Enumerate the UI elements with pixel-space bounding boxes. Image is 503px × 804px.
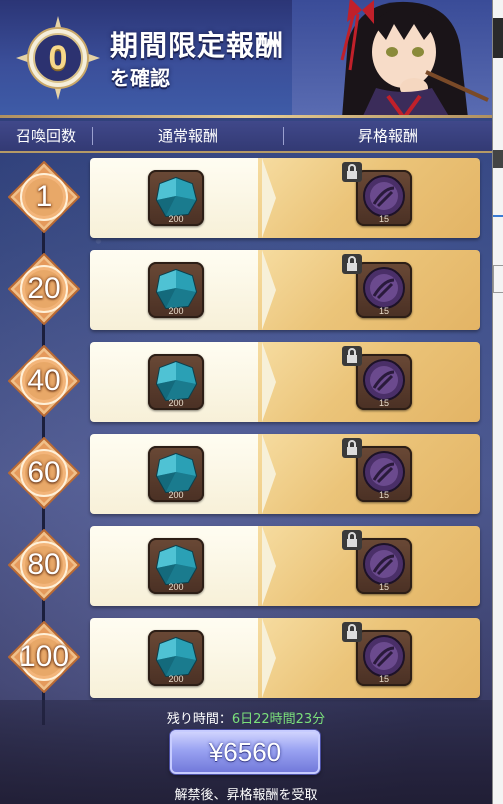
premium-reward-item[interactable]: 15: [356, 630, 412, 686]
normal-reward-item[interactable]: 200: [148, 446, 204, 502]
panel-divider-arrow: [262, 158, 276, 238]
normal-reward-quantity: 200: [168, 214, 184, 224]
premium-reward-item[interactable]: 15: [356, 170, 412, 226]
normal-reward-quantity: 200: [168, 306, 184, 316]
reward-row: 80 200 15: [0, 524, 492, 608]
column-normal-reward: 通常報酬: [157, 127, 218, 145]
premium-reward-quantity: 15: [378, 490, 389, 500]
reward-row: 40 200 15: [0, 340, 492, 424]
panel-divider-arrow: [262, 526, 276, 606]
normal-reward-quantity: 200: [168, 490, 184, 500]
purchase-button[interactable]: ¥6560: [170, 730, 320, 774]
normal-reward-item[interactable]: 200: [148, 538, 204, 594]
reward-card: 200 15: [90, 250, 480, 330]
normal-reward-quantity: 200: [168, 674, 184, 684]
milestone-value: 80: [27, 548, 61, 581]
milestone-value: 60: [27, 456, 61, 489]
column-premium-reward: 昇格報酬: [357, 127, 418, 145]
milestone-value: 100: [18, 640, 70, 673]
premium-reward-quantity: 15: [378, 306, 389, 316]
lock-icon: [342, 530, 362, 550]
premium-reward-quantity: 15: [378, 214, 389, 224]
reward-card: 200 15: [90, 618, 480, 698]
purchase-footer: 残り時間：6日22時間23分 ¥6560 解禁後、昇格報酬を受取: [0, 700, 492, 804]
adjacent-window-block: [493, 150, 503, 168]
normal-reward-item[interactable]: 200: [148, 262, 204, 318]
remaining-time-label: 残り時間：: [166, 712, 232, 727]
panel-divider-arrow: [262, 250, 276, 330]
summon-count-value: 0: [48, 39, 68, 77]
normal-reward-quantity: 200: [168, 582, 184, 592]
milestone-value: 1: [35, 180, 53, 213]
column-header: 召喚回数 通常報酬 昇格報酬: [0, 121, 492, 153]
page-title: 期間限定報酬: [110, 29, 285, 62]
page-subtitle: を確認: [110, 66, 170, 90]
adjacent-window-block: [493, 18, 503, 58]
reward-card: 200 15: [90, 158, 480, 238]
purchase-price: ¥6560: [208, 737, 282, 767]
normal-reward-item[interactable]: 200: [148, 170, 204, 226]
premium-reward-item[interactable]: 15: [356, 538, 412, 594]
lock-icon: [342, 254, 362, 274]
lock-icon: [342, 346, 362, 366]
reward-row: 60 200 15: [0, 432, 492, 516]
adjacent-window-field[interactable]: [493, 265, 503, 293]
character-portrait: [292, 0, 492, 118]
reward-row: 1 200 15: [0, 156, 492, 240]
panel-divider-arrow: [262, 342, 276, 422]
reward-card: 200 15: [90, 434, 480, 514]
lock-icon: [342, 438, 362, 458]
panel-divider-arrow: [262, 434, 276, 514]
reward-card: 200 15: [90, 526, 480, 606]
column-summon-count: 召喚回数: [15, 127, 76, 145]
reward-card: 200 15: [90, 342, 480, 422]
lock-icon: [342, 162, 362, 182]
purchase-note: 解禁後、昇格報酬を受取: [174, 788, 318, 803]
premium-reward-quantity: 15: [378, 398, 389, 408]
remaining-time: 残り時間：6日22時間23分: [0, 708, 492, 727]
premium-reward-quantity: 15: [378, 674, 389, 684]
normal-reward-item[interactable]: 200: [148, 354, 204, 410]
panel-divider-arrow: [262, 618, 276, 698]
lock-icon: [342, 622, 362, 642]
header-banner: 0 期間限定報酬 を確認: [0, 0, 492, 118]
adjacent-window-edge: [492, 0, 503, 804]
milestone-value: 40: [27, 364, 61, 397]
premium-reward-quantity: 15: [378, 582, 389, 592]
normal-reward-quantity: 200: [168, 398, 184, 408]
remaining-time-value: 6日22時間23分: [231, 712, 326, 727]
milestone-value: 20: [27, 272, 61, 305]
normal-reward-item[interactable]: 200: [148, 630, 204, 686]
premium-reward-item[interactable]: 15: [356, 446, 412, 502]
premium-reward-item[interactable]: 15: [356, 262, 412, 318]
battle-pass-panel: 0 期間限定報酬 を確認 召喚回数 通常報酬 昇格報酬 1 200 15 20 …: [0, 0, 492, 804]
premium-reward-item[interactable]: 15: [356, 354, 412, 410]
reward-row: 20 200 15: [0, 248, 492, 332]
adjacent-window-tab[interactable]: [493, 215, 503, 217]
reward-row: 100 200 15: [0, 616, 492, 700]
